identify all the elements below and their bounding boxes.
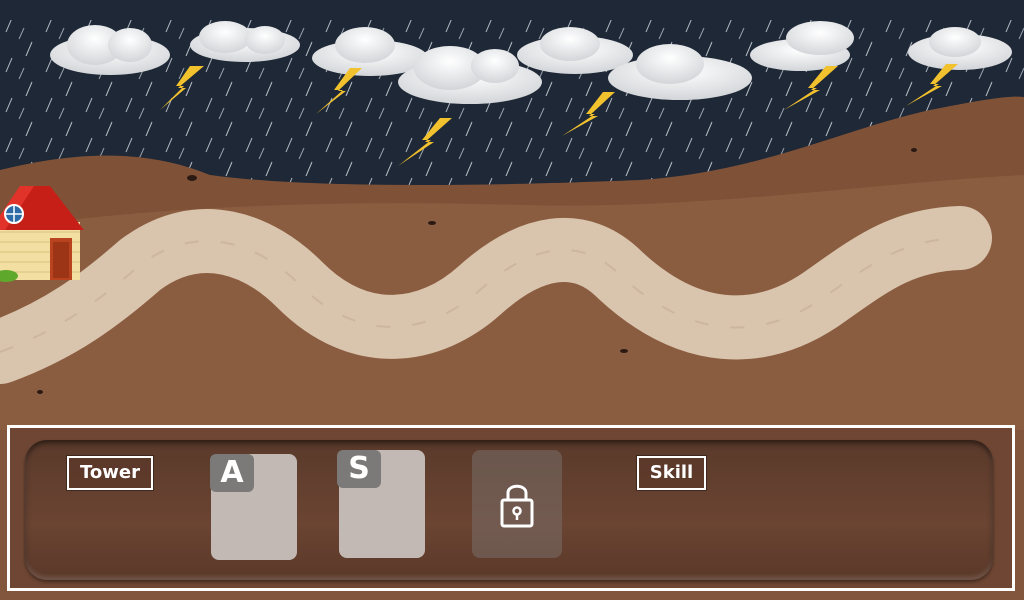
lock-icon: [500, 484, 534, 528]
hotkey-badge: S: [337, 450, 381, 488]
skill-button[interactable]: Skill: [637, 456, 706, 490]
game-stage: Tower Skill A S: [0, 0, 1024, 600]
hotkey-badge: A: [210, 454, 254, 492]
tower-label: Tower: [67, 456, 153, 490]
